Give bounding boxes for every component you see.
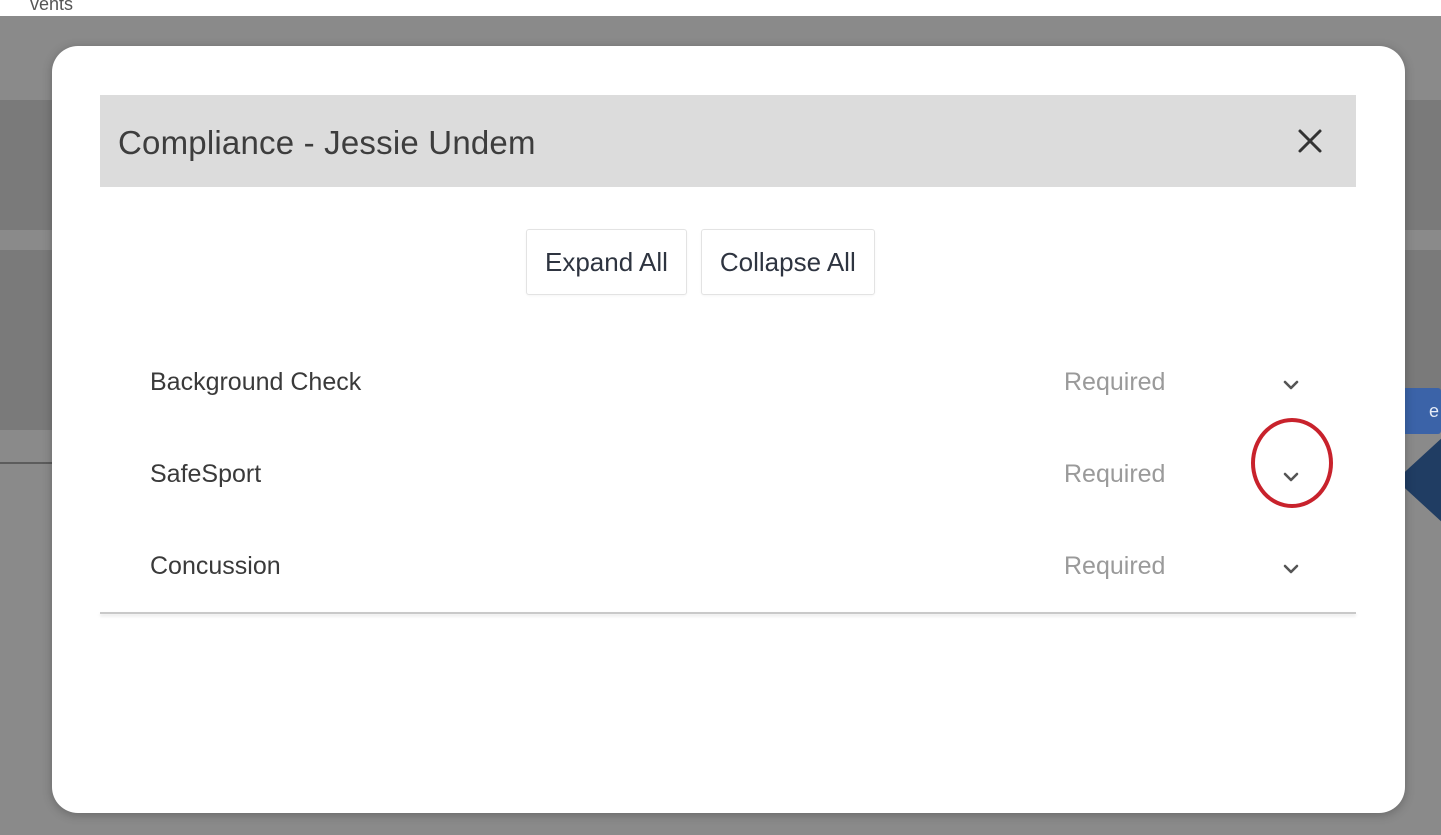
compliance-item-background-check[interactable]: Background Check Required: [100, 336, 1356, 428]
chevron-down-icon[interactable]: [1276, 554, 1306, 584]
compliance-item-status: Required: [1064, 368, 1166, 396]
compliance-item-concussion[interactable]: Concussion Required: [100, 520, 1356, 612]
compliance-list: Background Check Required SafeSport Requ…: [100, 336, 1356, 616]
chevron-down-icon[interactable]: [1276, 462, 1306, 492]
compliance-item-label: Concussion: [150, 552, 281, 580]
list-divider: [100, 612, 1356, 614]
modal-title: Compliance - Jessie Undem: [118, 124, 536, 161]
collapse-all-button[interactable]: Collapse All: [700, 229, 875, 295]
chevron-down-icon[interactable]: [1276, 370, 1306, 400]
expand-collapse-toolbar: Expand All Collapse All: [526, 229, 875, 295]
compliance-item-status: Required: [1064, 552, 1166, 580]
background-divider: [0, 462, 60, 464]
close-button[interactable]: [1290, 121, 1330, 161]
compliance-item-safesport[interactable]: SafeSport Required: [100, 428, 1356, 520]
compliance-item-label: SafeSport: [150, 460, 262, 488]
compliance-item-status: Required: [1064, 460, 1166, 488]
background-page-top: vents: [0, 0, 1441, 16]
modal-header: Compliance - Jessie Undem: [100, 95, 1356, 187]
compliance-modal: Compliance - Jessie Undem Expand All Col…: [52, 46, 1405, 813]
expand-all-button[interactable]: Expand All: [526, 229, 687, 295]
compliance-item-label: Background Check: [150, 368, 362, 396]
background-partial-text: vents: [30, 0, 74, 14]
close-icon: [1298, 129, 1322, 153]
